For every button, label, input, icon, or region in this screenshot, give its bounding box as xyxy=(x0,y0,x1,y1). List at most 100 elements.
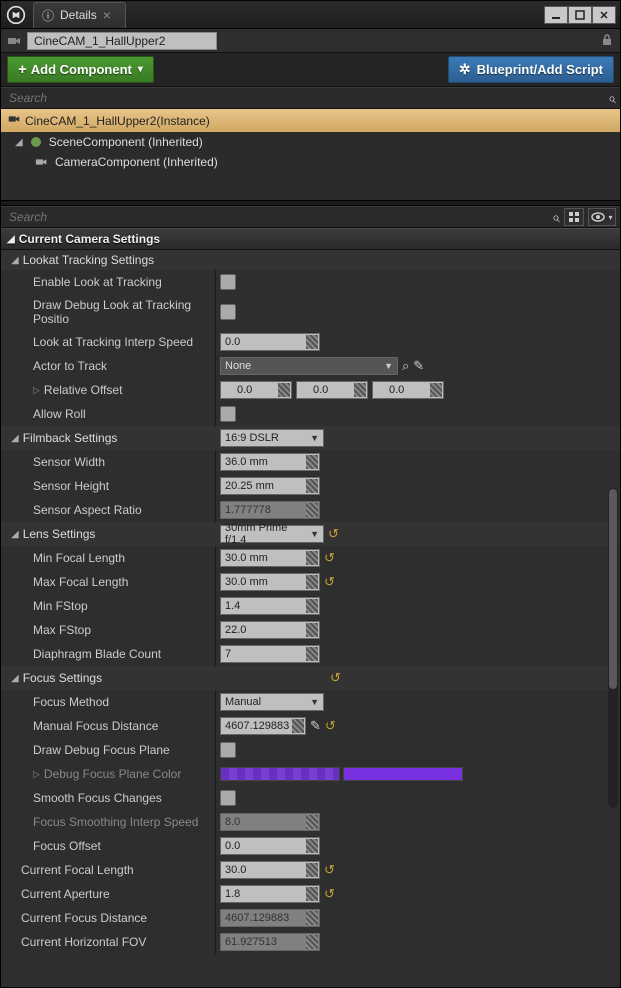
drag-grip-icon[interactable] xyxy=(292,719,304,733)
input-max-fstop[interactable] xyxy=(220,621,320,639)
color-swatch-focus-plane-solid[interactable] xyxy=(343,767,463,781)
pick-actor-icon[interactable]: ✎ xyxy=(413,358,424,374)
component-tree: CineCAM_1_HallUpper2(Instance) ◢ SceneCo… xyxy=(1,109,620,200)
property-matrix-button[interactable] xyxy=(564,208,584,226)
drag-grip-icon[interactable] xyxy=(354,383,366,397)
maximize-button[interactable] xyxy=(568,6,592,24)
label-current-aperture: Current Aperture xyxy=(1,882,216,906)
label-draw-debug-focus-plane: Draw Debug Focus Plane xyxy=(1,738,216,762)
label-enable-look-at: Enable Look at Tracking xyxy=(1,270,216,294)
window-controls xyxy=(544,6,616,24)
title-bar: ⓘ Details × xyxy=(1,1,620,29)
reset-icon[interactable]: ↺ xyxy=(324,886,335,902)
label-smooth-interp-speed: Focus Smoothing Interp Speed xyxy=(1,810,216,834)
reset-icon[interactable]: ↺ xyxy=(328,526,339,542)
unreal-logo-icon xyxy=(5,4,27,26)
subcategory-lookat[interactable]: ◢ Lookat Tracking Settings xyxy=(1,250,620,270)
instance-row[interactable]: CineCAM_1_HallUpper2(Instance) xyxy=(1,109,620,132)
label-allow-roll: Allow Roll xyxy=(1,402,216,426)
reset-icon[interactable]: ↺ xyxy=(324,550,335,566)
label-focus-method: Focus Method xyxy=(1,690,216,714)
search-icon[interactable]: ⌕ xyxy=(552,209,560,226)
drag-grip-icon[interactable] xyxy=(306,599,318,613)
label-relative-offset[interactable]: ▷Relative Offset xyxy=(1,378,216,402)
drag-grip-icon[interactable] xyxy=(306,575,318,589)
scrollbar-thumb[interactable] xyxy=(609,489,617,689)
lock-icon[interactable] xyxy=(600,33,616,49)
drag-grip-icon[interactable] xyxy=(306,551,318,565)
label-draw-debug-lookat: Draw Debug Look at Tracking Positio xyxy=(1,294,216,330)
subcategory-lens[interactable]: ◢ Lens Settings xyxy=(1,522,216,546)
dropdown-filmback-preset[interactable]: 16:9 DSLR▼ xyxy=(220,429,324,447)
label-aspect-ratio: Sensor Aspect Ratio xyxy=(1,498,216,522)
drag-grip-icon[interactable] xyxy=(430,383,442,397)
checkbox-allow-roll[interactable] xyxy=(220,406,236,422)
checkbox-draw-debug-focus-plane[interactable] xyxy=(220,742,236,758)
color-swatch-focus-plane[interactable] xyxy=(220,767,340,781)
collapse-icon: ◢ xyxy=(11,673,19,684)
scrollbar[interactable] xyxy=(608,488,618,808)
input-max-focal[interactable] xyxy=(220,573,320,591)
checkbox-smooth-focus[interactable] xyxy=(220,790,236,806)
checkbox-enable-look-at[interactable] xyxy=(220,274,236,290)
checkbox-draw-debug-lookat[interactable] xyxy=(220,304,236,320)
panel-tab-details[interactable]: ⓘ Details × xyxy=(33,2,126,28)
label-smooth-focus: Smooth Focus Changes xyxy=(1,786,216,810)
reset-icon[interactable]: ↺ xyxy=(324,574,335,590)
dropdown-focus-method[interactable]: Manual▼ xyxy=(220,693,324,711)
dropdown-actor-to-track[interactable]: None▼ xyxy=(220,357,398,375)
label-max-fstop: Max FStop xyxy=(1,618,216,642)
label-manual-focus-dist: Manual Focus Distance xyxy=(1,714,216,738)
input-blade-count[interactable] xyxy=(220,645,320,663)
drag-grip-icon[interactable] xyxy=(306,647,318,661)
component-search-input[interactable] xyxy=(5,91,608,105)
drag-grip-icon[interactable] xyxy=(306,623,318,637)
view-options-button[interactable]: ▾ xyxy=(588,208,616,226)
blueprint-add-script-button[interactable]: ✲ Blueprint/Add Script xyxy=(448,56,614,83)
component-search-row: ⌕ xyxy=(1,87,620,109)
expand-icon[interactable]: ▷ xyxy=(33,385,40,396)
drag-grip-icon[interactable] xyxy=(306,455,318,469)
subcategory-filmback[interactable]: ◢ Filmback Settings xyxy=(1,426,216,450)
reset-icon[interactable]: ↺ xyxy=(330,670,341,686)
input-sensor-width[interactable] xyxy=(220,453,320,471)
input-lookat-interp[interactable] xyxy=(220,333,320,351)
subcategory-focus[interactable]: ◢ Focus Settings xyxy=(1,666,216,690)
collapse-icon: ◢ xyxy=(7,234,15,245)
category-current-camera[interactable]: ◢ Current Camera Settings xyxy=(1,228,620,250)
drag-grip-icon[interactable] xyxy=(278,383,290,397)
input-current-focal[interactable] xyxy=(220,861,320,879)
label-current-focal: Current Focal Length xyxy=(1,858,216,882)
drag-grip-icon[interactable] xyxy=(306,887,318,901)
drag-grip-icon[interactable] xyxy=(306,479,318,493)
input-focus-offset[interactable] xyxy=(220,837,320,855)
minimize-button[interactable] xyxy=(544,6,568,24)
drag-grip-icon[interactable] xyxy=(306,863,318,877)
browse-icon[interactable]: ⌕ xyxy=(402,358,409,374)
scene-component-row[interactable]: ◢ SceneComponent (Inherited) xyxy=(1,132,620,152)
input-sensor-height[interactable] xyxy=(220,477,320,495)
input-aspect-ratio xyxy=(220,501,320,519)
toolbar-row: Add Component ✲ Blueprint/Add Script xyxy=(1,53,620,87)
input-min-focal[interactable] xyxy=(220,549,320,567)
expand-icon[interactable]: ▷ xyxy=(33,769,40,780)
reset-icon[interactable]: ↺ xyxy=(324,862,335,878)
search-icon[interactable]: ⌕ xyxy=(608,90,616,107)
details-search-input[interactable] xyxy=(5,210,552,224)
eyedropper-icon[interactable]: ✎ xyxy=(310,718,321,734)
close-window-button[interactable] xyxy=(592,6,616,24)
expand-icon[interactable]: ◢ xyxy=(15,137,23,148)
drag-grip-icon[interactable] xyxy=(306,335,318,349)
add-component-button[interactable]: Add Component xyxy=(7,56,154,83)
camera-component-row[interactable]: CameraComponent (Inherited) xyxy=(1,152,620,172)
close-icon[interactable]: × xyxy=(103,10,111,20)
input-min-fstop[interactable] xyxy=(220,597,320,615)
blueprint-icon: ✲ xyxy=(459,61,471,78)
drag-grip-icon[interactable] xyxy=(306,839,318,853)
actor-name-input[interactable] xyxy=(27,32,217,50)
actor-name-row xyxy=(1,29,620,53)
input-current-aperture[interactable] xyxy=(220,885,320,903)
label-focus-plane-color[interactable]: ▷Debug Focus Plane Color xyxy=(1,762,216,786)
reset-icon[interactable]: ↺ xyxy=(325,718,336,734)
dropdown-lens-preset[interactable]: 30mm Prime f/1.4▼ xyxy=(220,525,324,543)
